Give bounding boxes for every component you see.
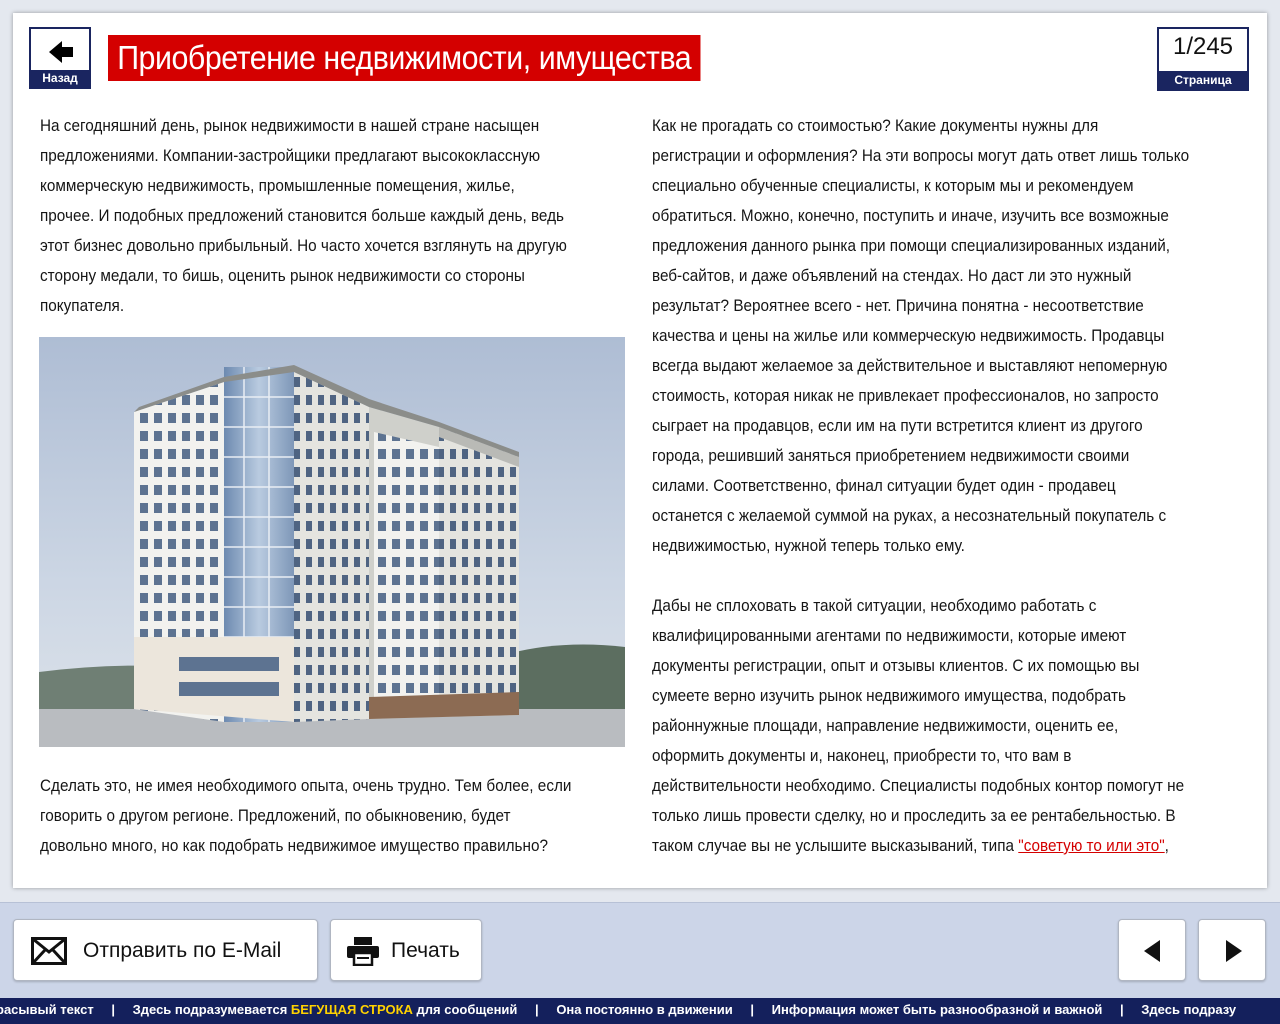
envelope-icon bbox=[31, 937, 67, 965]
article-paragraph: Дабы не сплоховать в такой ситуации, нео… bbox=[652, 591, 1251, 861]
paragraph-text: Дабы не сплоховать в такой ситуации, нео… bbox=[652, 596, 1185, 855]
building-photo bbox=[39, 337, 625, 747]
ticker-separator: | bbox=[111, 1002, 115, 1017]
article-paragraph: Сделать это, не имея необходимого опыта,… bbox=[40, 776, 572, 855]
ticker-separator: | bbox=[535, 1002, 539, 1017]
ticker-track: расывый текст | Здесь подразумевается БЕ… bbox=[0, 998, 1236, 1022]
ticker-item: Здесь подразу bbox=[1141, 1002, 1237, 1017]
ticker-item: Она постоянно в движении bbox=[556, 1002, 733, 1017]
ticker-highlight: БЕГУЩАЯ СТРОКА bbox=[290, 1002, 413, 1017]
page-counter: 1/245 Страница bbox=[1157, 27, 1249, 91]
back-button[interactable]: Назад bbox=[29, 27, 91, 89]
triangle-left-icon bbox=[1144, 940, 1160, 962]
page-number: 1/245 bbox=[1172, 33, 1234, 60]
ticker-item: Информация может быть разнообразной и ва… bbox=[771, 1002, 1103, 1017]
paragraph-tail: , bbox=[1164, 836, 1169, 855]
triangle-right-icon bbox=[1226, 940, 1242, 962]
next-page-button[interactable] bbox=[1198, 919, 1266, 981]
arrow-left-icon bbox=[49, 41, 73, 63]
article-paragraph: Как не прогадать со стоимостью? Какие до… bbox=[652, 116, 1190, 555]
ticker-separator: | bbox=[1120, 1002, 1124, 1017]
article-paragraph: На сегодняшний день, рынок недвижимости … bbox=[40, 116, 567, 315]
bottom-toolbar: Отправить по E-Mail Печать bbox=[0, 902, 1280, 999]
ticker-separator: | bbox=[750, 1002, 754, 1017]
previous-page-button[interactable] bbox=[1118, 919, 1186, 981]
print-button[interactable]: Печать bbox=[330, 919, 482, 981]
page-label: Страница bbox=[1159, 71, 1247, 89]
content-page: Назад Приобретение недвижимости, имущест… bbox=[13, 13, 1267, 888]
send-email-label: Отправить по E-Mail bbox=[83, 939, 282, 962]
ticker-item: Здесь подразумевается bbox=[132, 1002, 291, 1017]
quote-link[interactable]: "советую то или это" bbox=[1018, 836, 1164, 855]
back-label: Назад bbox=[31, 70, 89, 87]
printer-icon bbox=[347, 937, 379, 966]
ticker-item: для сообщений bbox=[412, 1002, 518, 1017]
ticker-item: расывый текст bbox=[0, 1002, 94, 1017]
page-title: Приобретение недвижимости, имущества bbox=[108, 35, 701, 81]
news-ticker: расывый текст | Здесь подразумевается БЕ… bbox=[0, 998, 1280, 1024]
print-label: Печать bbox=[391, 939, 460, 962]
send-email-button[interactable]: Отправить по E-Mail bbox=[13, 919, 318, 981]
